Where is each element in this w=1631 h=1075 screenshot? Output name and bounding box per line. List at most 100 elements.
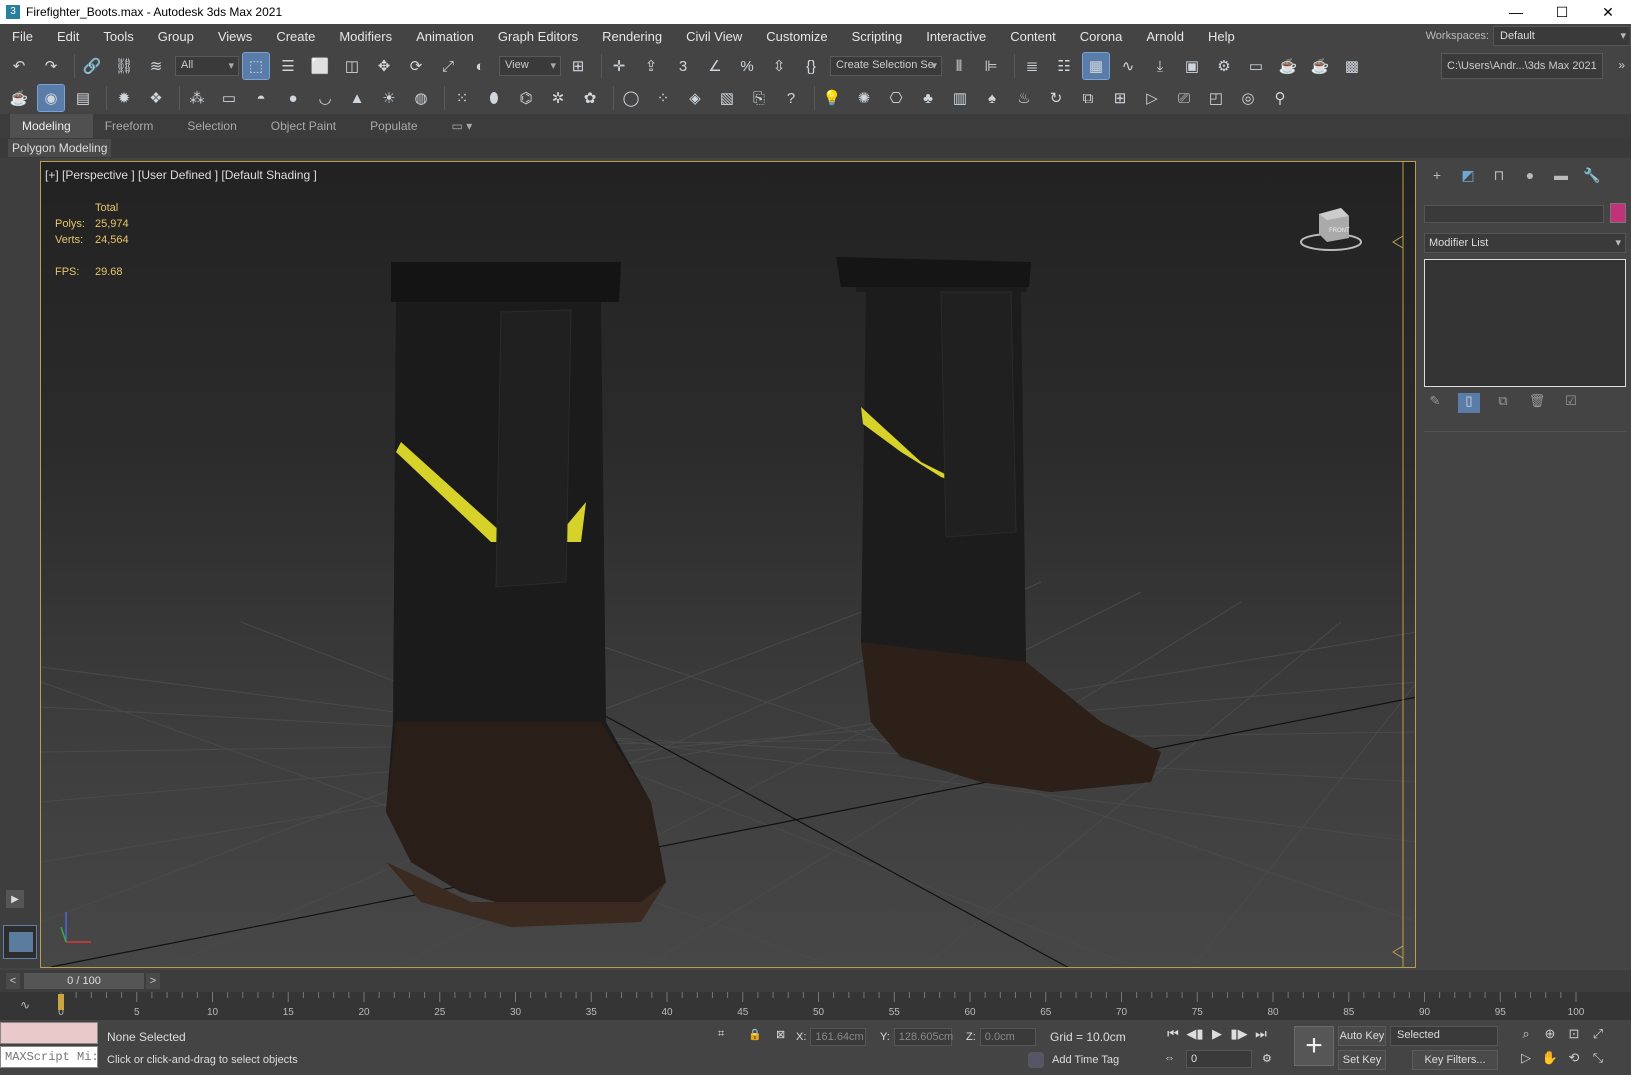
box-icon[interactable]: ▭	[216, 85, 242, 111]
select-by-name-icon[interactable]: ☰	[275, 53, 301, 79]
multi-material-icon[interactable]: ⁘	[650, 85, 676, 111]
menu-help[interactable]: Help	[1196, 24, 1247, 50]
show-end-result-icon[interactable]: ▯	[1458, 393, 1480, 413]
expand-layout-icon[interactable]: ▶	[6, 890, 24, 908]
proxy-icon[interactable]: ⌬	[513, 85, 539, 111]
arnold-render-icon[interactable]: ▷	[1139, 85, 1165, 111]
unlink-icon[interactable]: ⛓	[111, 53, 137, 79]
perspective-viewport[interactable]: [+] [Perspective ] [User Defined ] [Defa…	[40, 161, 1416, 968]
material-sphere-icon[interactable]: ◯	[618, 85, 644, 111]
key-filters-button[interactable]: Key Filters...	[1412, 1050, 1498, 1070]
modifier-list-dropdown[interactable]: Modifier List	[1424, 233, 1626, 253]
arnold-region-icon[interactable]: ◰	[1203, 85, 1229, 111]
viewport-layout-thumbnail[interactable]	[3, 925, 37, 959]
pivot-center-icon[interactable]: ⊞	[565, 53, 591, 79]
workspace-dropdown[interactable]: Default	[1493, 26, 1631, 46]
named-selection-set-dropdown[interactable]: Create Selection Se	[830, 56, 942, 76]
render-frame-icon[interactable]: ◉	[37, 84, 65, 112]
field-of-view-icon[interactable]: ▷	[1514, 1050, 1538, 1070]
render-setup-icon[interactable]: ⚙	[1211, 53, 1237, 79]
viewport-label[interactable]: [+] [Perspective ] [User Defined ] [Defa…	[45, 168, 317, 182]
arnold-book-icon[interactable]: ▥	[947, 85, 973, 111]
maximize-viewport-icon[interactable]: ⤡	[1586, 1050, 1610, 1070]
arnold-light-icon[interactable]: 💡	[819, 85, 845, 111]
arnold-eye-icon[interactable]: ◎	[1235, 85, 1261, 111]
maxscript-listener[interactable]	[0, 1022, 98, 1044]
particle-view-icon[interactable]: ⁂	[184, 85, 210, 111]
bowl-icon[interactable]: ◡	[312, 85, 338, 111]
previous-frame-icon[interactable]: ◀▮	[1184, 1026, 1206, 1044]
redo-icon[interactable]: ↷	[38, 53, 64, 79]
display-tab-icon[interactable]: ▬	[1548, 167, 1574, 189]
pin-stack-icon[interactable]: ✎	[1424, 393, 1446, 413]
select-object-icon[interactable]: ⬚	[242, 52, 270, 80]
schematic-view-icon[interactable]: ⤓	[1147, 53, 1173, 79]
percent-snap-icon[interactable]: %	[734, 53, 760, 79]
menu-group[interactable]: Group	[146, 24, 206, 50]
menu-rendering[interactable]: Rendering	[590, 24, 674, 50]
teapot-icon[interactable]: ☕	[6, 85, 32, 111]
arnold-film-icon[interactable]: ⎚	[1171, 85, 1197, 111]
time-slider-thumb[interactable]: 0 / 100	[24, 973, 144, 989]
align-icon[interactable]: ⊫	[978, 53, 1004, 79]
close-button[interactable]: ✕	[1585, 0, 1631, 24]
arnold-scatter-icon[interactable]: ♣	[915, 85, 941, 111]
utilities-tab-icon[interactable]: 🔧	[1579, 167, 1605, 189]
x-coordinate-field[interactable]: 161.64cm	[810, 1028, 867, 1046]
arnold-bulb-icon[interactable]: ⚲	[1267, 85, 1293, 111]
zoom-icon[interactable]: ⌕	[1514, 1026, 1538, 1046]
move-icon[interactable]: ✥	[371, 53, 397, 79]
toggle-ribbon-icon[interactable]: ☷	[1051, 53, 1077, 79]
menu-edit[interactable]: Edit	[45, 24, 91, 50]
zoom-extents-icon[interactable]: ⊡	[1562, 1026, 1586, 1046]
render-in-cloud-icon[interactable]: ▩	[1339, 53, 1365, 79]
tab-modeling[interactable]: Modeling	[10, 114, 93, 138]
plant-icon[interactable]: ✿	[577, 85, 603, 111]
y-coordinate-field[interactable]: 128.605cm	[893, 1028, 953, 1046]
layer-explorer-icon[interactable]: ≣	[1019, 53, 1045, 79]
track-bar[interactable]: ∿ 0 5 10 15 20 25 30 35 40 45 50 55 60 65 70 75 80 85 90 95…	[0, 992, 1631, 1020]
arnold-camera-icon[interactable]: ⎔	[883, 85, 909, 111]
toolbar-overflow-icon[interactable]: »	[1618, 58, 1625, 72]
tab-selection[interactable]: Selection	[175, 114, 258, 138]
scatter-icon[interactable]: ⁙	[449, 85, 475, 111]
polygon-modeling-panel[interactable]: Polygon Modeling	[8, 139, 112, 157]
project-path-dropdown[interactable]: C:\Users\Andr...\3ds Max 2021	[1441, 53, 1603, 79]
arnold-frame-icon[interactable]: ⧉	[1075, 85, 1101, 111]
prev-frame-button[interactable]: <	[6, 973, 20, 989]
remove-modifier-icon[interactable]: 🗑	[1526, 393, 1548, 413]
menu-tools[interactable]: Tools	[91, 24, 145, 50]
arnold-flame-icon[interactable]: ♨	[1011, 85, 1037, 111]
auto-key-button[interactable]: Auto Key	[1338, 1026, 1386, 1046]
capsule-icon[interactable]: ⬮	[481, 85, 507, 111]
arnold-skydome-icon[interactable]: ✺	[851, 85, 877, 111]
modifier-stack[interactable]	[1424, 259, 1626, 387]
settings-gear-icon[interactable]: ✲	[545, 85, 571, 111]
arnold-rotate-icon[interactable]: ↻	[1043, 85, 1069, 111]
menu-corona[interactable]: Corona	[1068, 24, 1135, 50]
ribbon-options-icon[interactable]: ▭ ▾	[440, 114, 495, 138]
sphere-icon[interactable]: ●	[280, 85, 306, 111]
material-editor-icon[interactable]: ▣	[1179, 53, 1205, 79]
converter-icon[interactable]: ⎘	[746, 85, 772, 111]
placement-icon[interactable]: ◐	[467, 53, 493, 79]
select-manipulate-icon[interactable]: ✛	[606, 53, 632, 79]
next-frame-icon[interactable]: ▮▶	[1228, 1026, 1250, 1044]
object-color-swatch[interactable]	[1610, 203, 1626, 223]
rendered-frame-window-icon[interactable]: ▭	[1243, 53, 1269, 79]
goto-start-icon[interactable]: ⏮	[1162, 1026, 1184, 1044]
link-icon[interactable]: 🔗	[79, 53, 105, 79]
maximize-button[interactable]: ☐	[1539, 0, 1585, 24]
isolate-selection-icon[interactable]: ⌗	[718, 1028, 724, 1041]
menu-arnold[interactable]: Arnold	[1134, 24, 1196, 50]
menu-animation[interactable]: Animation	[404, 24, 486, 50]
tab-object-paint[interactable]: Object Paint	[259, 114, 358, 138]
orbit-icon[interactable]: ⟲	[1562, 1050, 1586, 1070]
reference-coordinate-dropdown[interactable]: View	[499, 56, 561, 76]
curve-editor-icon[interactable]: ∿	[1115, 53, 1141, 79]
menu-customize[interactable]: Customize	[754, 24, 839, 50]
menu-file[interactable]: File	[0, 24, 45, 50]
next-frame-button[interactable]: >	[146, 973, 160, 989]
undo-icon[interactable]: ↶	[6, 53, 32, 79]
add-time-tag[interactable]: Add Time Tag	[1028, 1052, 1119, 1068]
